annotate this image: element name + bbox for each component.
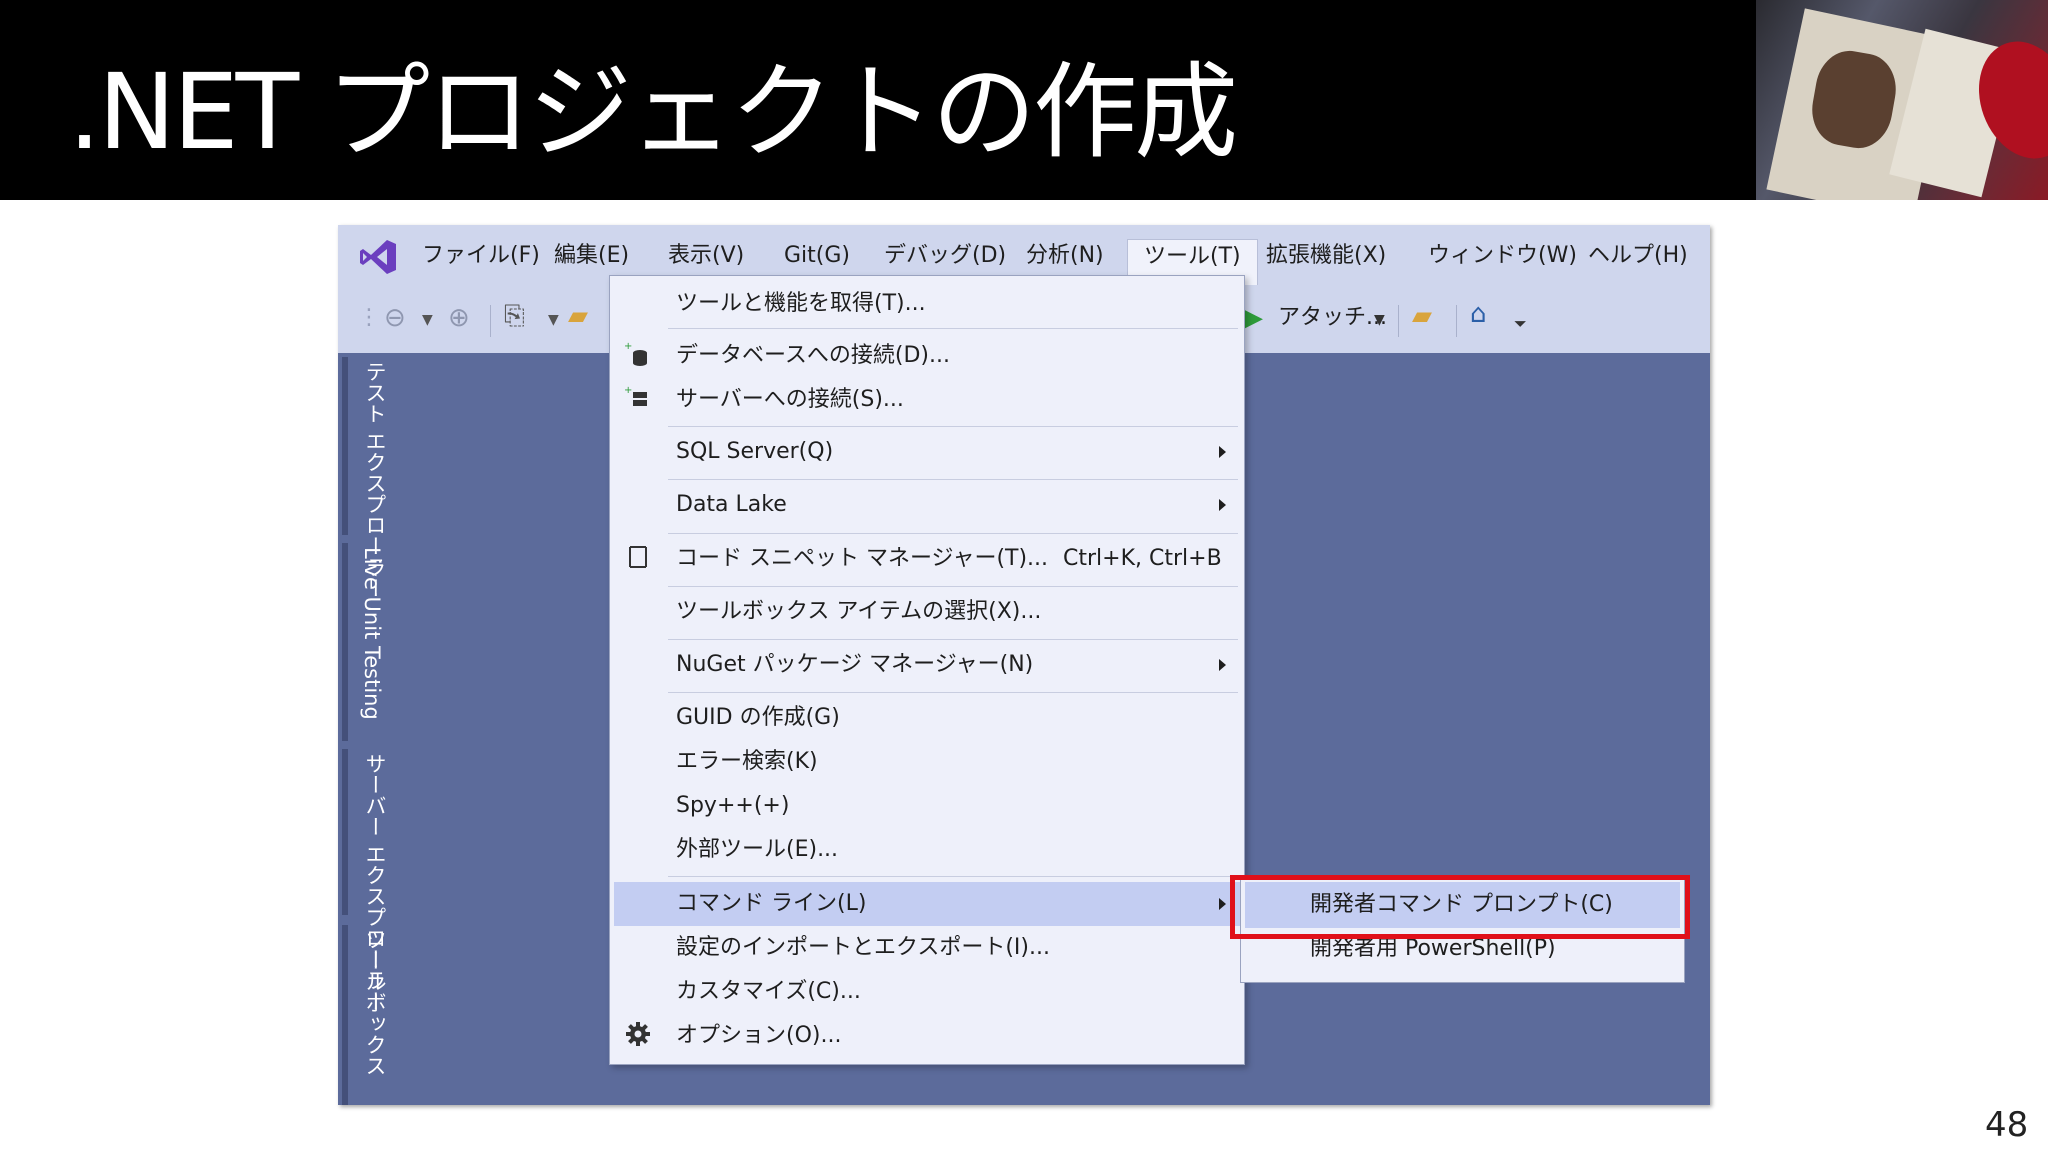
menu-git[interactable]: Git(G) — [784, 239, 850, 273]
slide-title: .NET プロジェクトの作成 — [68, 51, 1238, 173]
menu-edit[interactable]: 編集(E) — [554, 239, 629, 273]
submenu-arrow-icon — [1219, 446, 1226, 458]
toolbar-separator — [490, 305, 491, 337]
menu-item-import-export-settings[interactable]: 設定のインポートとエクスポート(I)... — [676, 932, 1050, 964]
submenu-arrow-icon — [1219, 499, 1226, 511]
code-snippets-shortcut: Ctrl+K, Ctrl+B — [1063, 546, 1222, 571]
toolbar-overflow-icon[interactable]: ⏷ — [1514, 309, 1527, 339]
menu-extensions[interactable]: 拡張機能(X) — [1266, 239, 1386, 273]
toolbar-separator — [1456, 305, 1457, 337]
menu-item-sql-server[interactable]: SQL Server(Q) — [676, 436, 833, 468]
submenu-arrow-icon — [1219, 659, 1226, 671]
menu-item-create-guid[interactable]: GUID の作成(G) — [676, 702, 840, 734]
menu-item-spy[interactable]: Spy++(+) — [676, 790, 789, 822]
new-project-icon[interactable]: ⎘ — [504, 301, 525, 331]
menu-item-code-snippets[interactable]: コード スニペット マネージャー(T)... — [676, 543, 1048, 575]
tools-dropdown-menu: ツールと機能を取得(T)... + データベースへの接続(D)... + サーバ… — [609, 275, 1245, 1065]
live-unit-testing-tab[interactable]: Live Unit Testing — [360, 547, 384, 720]
forward-icon[interactable]: ⊕ — [448, 303, 470, 333]
open-folder-icon[interactable]: ▰ — [568, 301, 588, 331]
menu-help[interactable]: ヘルプ(H) — [1588, 239, 1688, 273]
back-dropdown-icon[interactable]: ▼ — [422, 305, 433, 335]
menu-window[interactable]: ウィンドウ(W) — [1428, 239, 1577, 273]
page-number: 48 — [1985, 1105, 2029, 1145]
menu-item-choose-toolbox-items[interactable]: ツールボックス アイテムの選択(X)... — [676, 596, 1041, 628]
back-icon[interactable]: ⊖ — [384, 303, 406, 333]
attach-dropdown-icon[interactable]: ▼ — [1374, 305, 1385, 335]
gear-icon — [626, 1022, 650, 1046]
menu-item-nuget[interactable]: NuGet パッケージ マネージャー(N) — [676, 649, 1033, 681]
server-connect-icon: + — [624, 385, 647, 406]
toolbar-grip-icon: ⋮ — [358, 305, 380, 330]
find-in-files-icon[interactable]: ▰ — [1412, 301, 1432, 331]
menu-item-customize[interactable]: カスタマイズ(C)... — [676, 976, 861, 1008]
menu-item-connect-server[interactable]: サーバーへの接続(S)... — [676, 384, 904, 416]
left-tool-rail: テスト エクスプローラー Live Unit Testing サーバー エクスプ… — [338, 353, 392, 1105]
menu-item-connect-database[interactable]: データベースへの接続(D)... — [676, 340, 950, 372]
start-icon[interactable]: ▶ — [1243, 303, 1263, 333]
new-dropdown-icon[interactable]: ▼ — [548, 305, 559, 335]
menu-item-data-lake[interactable]: Data Lake — [676, 489, 787, 521]
highlight-annotation-box — [1230, 875, 1690, 939]
menu-item-options[interactable]: オプション(O)... — [676, 1020, 841, 1052]
menu-analyze[interactable]: 分析(N) — [1026, 239, 1104, 273]
menu-view[interactable]: 表示(V) — [668, 239, 744, 273]
toolbox-tab[interactable]: ツールボックス — [360, 929, 390, 1076]
slide-header: .NET プロジェクトの作成 — [0, 0, 2048, 200]
menu-debug[interactable]: デバッグ(D) — [884, 239, 1006, 273]
database-connect-icon: + — [624, 341, 647, 366]
snippet-icon — [629, 546, 647, 568]
svg-text:+: + — [624, 341, 632, 352]
speaker-photo — [1756, 0, 2048, 200]
menu-item-get-tools[interactable]: ツールと機能を取得(T)... — [676, 288, 926, 320]
menu-file[interactable]: ファイル(F) — [422, 239, 540, 273]
svg-text:+: + — [624, 385, 632, 396]
menu-item-external-tools[interactable]: 外部ツール(E)... — [676, 834, 838, 866]
visual-studio-logo-icon — [360, 240, 396, 274]
attach-button[interactable]: アタッチ... — [1278, 303, 1387, 333]
menu-item-command-line[interactable]: コマンド ライン(L) — [676, 888, 866, 920]
toolbar-separator — [1398, 305, 1399, 337]
menu-item-error-lookup[interactable]: エラー検索(K) — [676, 746, 818, 778]
live-share-icon[interactable]: ⌂ — [1470, 299, 1487, 329]
submenu-arrow-icon — [1219, 898, 1226, 910]
